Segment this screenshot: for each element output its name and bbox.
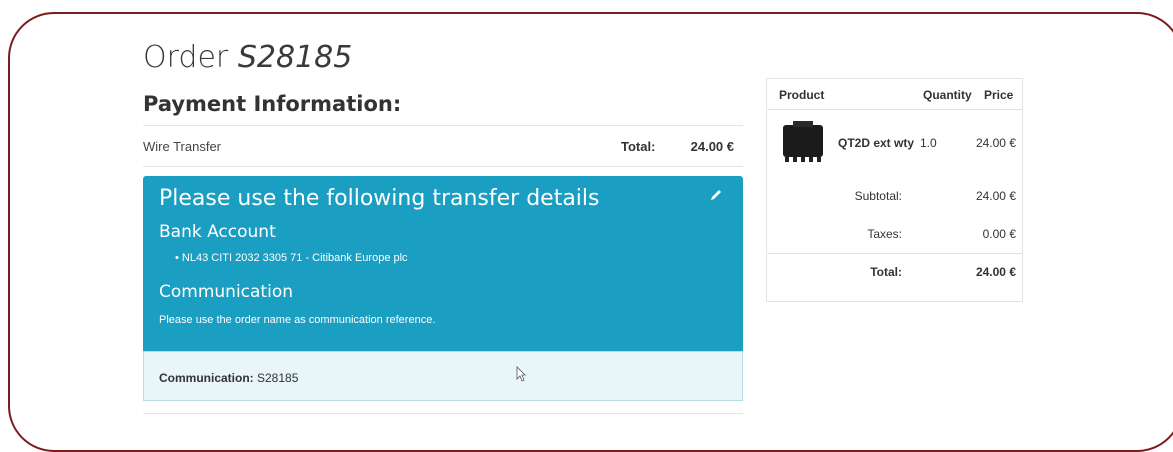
subtotal-value: 24.00 € (975, 189, 1016, 203)
total-divider (767, 253, 1022, 254)
order-number: S28185 (237, 40, 353, 75)
transfer-details-panel: Please use the following transfer detail… (143, 176, 743, 351)
summary-total-value: 24.00 € (975, 265, 1016, 279)
quantity-header: Quantity (923, 88, 972, 102)
payment-row: Wire Transfer Total: 24.00 € (143, 125, 743, 167)
bank-account-line: • NL43 CITI 2032 3305 71 - Citibank Euro… (175, 252, 408, 264)
communication-value: S28185 (257, 371, 299, 385)
communication-label: Communication: (159, 371, 254, 385)
order-summary: Product Quantity Price QT2D ext wty 1.0 … (766, 78, 1023, 302)
page-title: Order S28185 (143, 40, 352, 75)
product-thumbnail (783, 121, 823, 162)
divider (143, 413, 743, 414)
taxes-value: 0.00 € (982, 227, 1016, 241)
order-label: Order (143, 40, 229, 75)
transfer-title: Please use the following transfer detail… (159, 186, 600, 211)
pencil-icon[interactable] (709, 188, 723, 202)
bank-account-heading: Bank Account (159, 222, 276, 242)
product-header: Product (779, 88, 825, 102)
mouse-pointer-icon (516, 366, 526, 382)
line-quantity: 1.0 (920, 136, 937, 150)
communication-box: Communication: S28185 (143, 351, 743, 401)
communication-heading: Communication (159, 282, 293, 302)
summary-total-label: Total: (870, 265, 902, 279)
header-divider (767, 109, 1022, 110)
payment-total-label: Total: (621, 139, 656, 154)
payment-method: Wire Transfer (143, 139, 222, 154)
payment-total-value: 24.00 € (690, 139, 734, 154)
communication-note: Please use the order name as communicati… (159, 314, 436, 326)
bullet-icon: • (175, 252, 182, 264)
line-product-name: QT2D ext wty (838, 136, 915, 150)
payment-heading: Payment Information: (143, 92, 402, 116)
price-header: Price (984, 88, 1014, 102)
subtotal-label: Subtotal: (854, 189, 902, 203)
taxes-label: Taxes: (867, 227, 902, 241)
line-price: 24.00 € (975, 136, 1016, 150)
bank-account-text: NL43 CITI 2032 3305 71 - Citibank Europe… (181, 252, 408, 264)
